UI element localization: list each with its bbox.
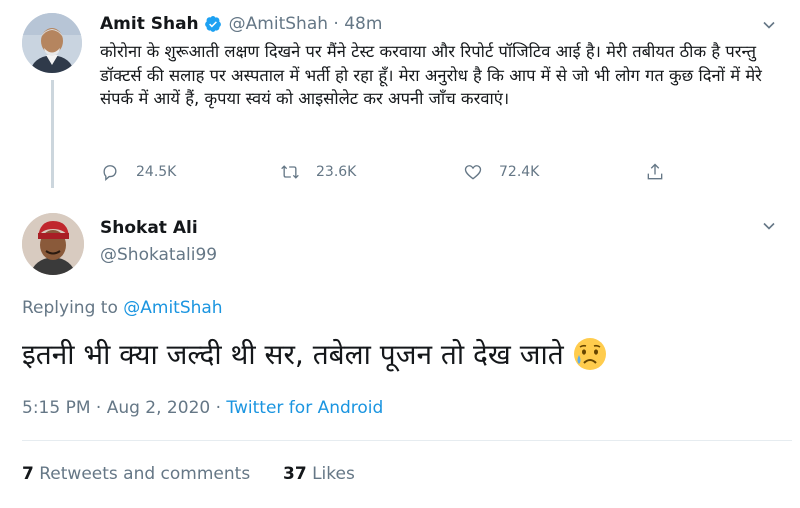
likes-stat[interactable]: 37 Likes <box>283 464 355 484</box>
parent-tweet: Amit Shah @AmitShah · 48m कोरोना के शुरू… <box>0 0 800 200</box>
divider <box>22 440 792 441</box>
tweet-meta: 5:15 PM · Aug 2, 2020 · Twitter for Andr… <box>22 398 383 418</box>
reply-icon <box>103 165 117 181</box>
likes-stat-count: 37 <box>283 464 307 484</box>
author-name[interactable]: Amit Shah <box>100 14 199 34</box>
retweets-stat[interactable]: 7 Retweets and comments <box>22 464 250 484</box>
tweet-actions: 24.5K 23.6K 72.4K <box>100 162 680 184</box>
like-icon <box>464 165 482 180</box>
verified-badge-icon <box>204 15 221 32</box>
tweet-source[interactable]: Twitter for Android <box>226 398 383 418</box>
retweets-stat-count: 7 <box>22 464 34 484</box>
tweet-timestamp[interactable]: 5:15 PM · Aug 2, 2020 · <box>22 398 221 418</box>
replying-to-line: Replying to @AmitShah <box>22 298 223 318</box>
parent-tweet-text: कोरोना के शुरूआती लक्षण दिखने पर मैंने ट… <box>100 42 762 108</box>
retweets-stat-label: Retweets and comments <box>39 464 251 484</box>
avatar-shokat-ali[interactable] <box>22 213 84 275</box>
reply-count: 24.5K <box>136 164 177 180</box>
share-button[interactable] <box>645 162 665 182</box>
retweet-button[interactable]: 23.6K <box>280 162 356 182</box>
handle-text: @AmitShah <box>228 14 329 34</box>
reply-author-handle[interactable]: @Shokatali99 <box>100 245 217 265</box>
avatar-amit-shah[interactable] <box>22 13 82 73</box>
tweet-time: · 48m <box>333 14 383 34</box>
chevron-down-icon[interactable] <box>762 18 776 32</box>
parent-tweet-header: Amit Shah @AmitShah · 48m <box>100 14 382 34</box>
thread-connector-line <box>51 80 54 188</box>
replying-to-mention[interactable]: @AmitShah <box>123 298 222 318</box>
likes-stat-label: Likes <box>312 464 355 484</box>
reply-text: इतनी भी क्या जल्दी थी सर, तबेला पूजन तो … <box>22 338 564 371</box>
sad-sweat-emoji <box>573 338 606 370</box>
author-handle[interactable]: @AmitShah · 48m <box>229 14 383 34</box>
retweet-count: 23.6K <box>316 164 357 180</box>
replying-to-prefix: Replying to <box>22 298 118 318</box>
share-icon <box>647 163 663 180</box>
retweet-icon <box>281 165 299 179</box>
reply-author-name[interactable]: Shokat Ali <box>100 218 198 238</box>
reply-button[interactable]: 24.5K <box>100 162 176 182</box>
reply-tweet-text: इतनी भी क्या जल्दी थी सर, तबेला पूजन तो … <box>22 335 608 373</box>
like-count: 72.4K <box>499 164 540 180</box>
like-button[interactable]: 72.4K <box>463 162 539 182</box>
tweet-stats: 7 Retweets and comments 37 Likes <box>22 464 355 484</box>
chevron-down-icon[interactable] <box>762 219 776 233</box>
